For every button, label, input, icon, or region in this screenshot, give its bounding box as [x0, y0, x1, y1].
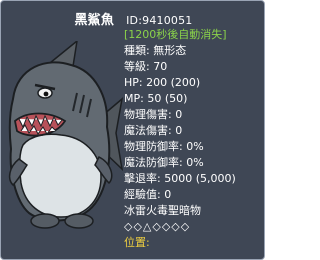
stat-knockback: 擊退率: 5000 (5,000) [124, 172, 236, 185]
stat-magic-damage: 魔法傷害: 0 [124, 124, 183, 137]
despawn-note: [1200秒後自動消失] [124, 28, 227, 41]
monster-name: 黑鯊魚 [74, 13, 115, 28]
elements-icons: ◇◇△◇◇◇◇ [124, 220, 191, 233]
monster-stats-panel: [1200秒後自動消失] 種類: 無形态 等級: 70 HP: 200 (200… [124, 27, 264, 251]
stat-level: 等級: 70 [124, 60, 168, 73]
stat-hp: HP: 200 (200) [124, 76, 201, 89]
stat-physical-defense: 物理防御率: 0% [124, 140, 204, 153]
stat-magic-defense: 魔法防御率: 0% [124, 156, 204, 169]
shark-portrait-icon [5, 39, 124, 246]
monster-id: ID:9410051 [126, 14, 193, 27]
monster-title: 黑鯊魚 ID:9410051 [1, 9, 266, 28]
monster-info-tooltip: 黑鯊魚 ID:9410051 [1200秒後自動消失] 種類: 無形态 等級: … [0, 0, 265, 260]
stat-physical-damage: 物理傷害: 0 [124, 108, 183, 121]
stat-mp: MP: 50 (50) [124, 92, 188, 105]
location-label: 位置: [124, 236, 150, 249]
elements-label: 冰雷火毒聖暗物 [124, 204, 201, 217]
stat-exp: 經驗值: 0 [124, 188, 172, 201]
stat-type: 種類: 無形态 [124, 44, 187, 57]
